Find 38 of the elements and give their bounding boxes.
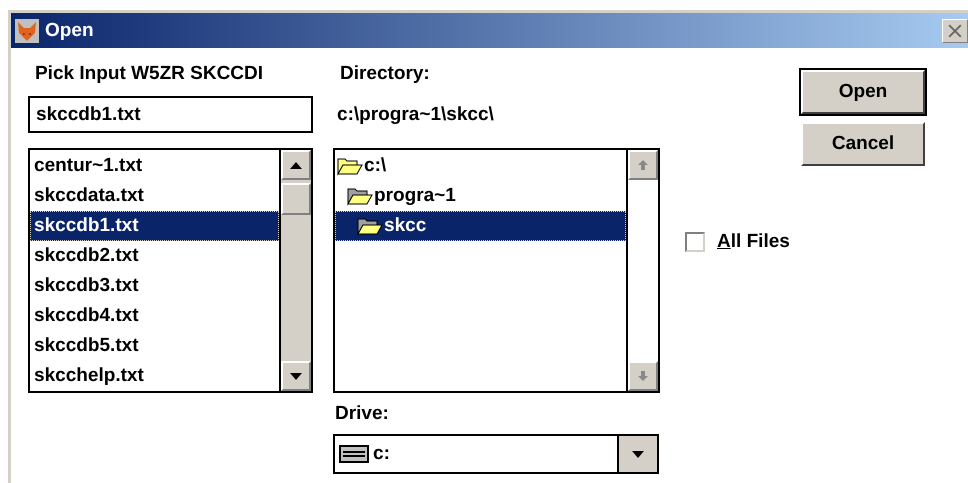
file-name-label: Pick Input W5ZR SKCCDI — [35, 63, 264, 85]
checkbox[interactable] — [685, 232, 705, 252]
fox-icon — [15, 18, 39, 42]
window-title: Open — [45, 20, 94, 42]
file-item[interactable]: skccdb3.txt — [30, 271, 279, 301]
dialog-button[interactable]: Cancel — [801, 122, 925, 166]
file-item[interactable]: centur~1.txt — [30, 151, 279, 181]
file-item[interactable]: skccdb1.txt — [30, 211, 279, 241]
directory-item[interactable]: c:\ — [335, 151, 626, 181]
folder-icon — [347, 186, 373, 206]
directory-item[interactable]: skcc — [335, 211, 626, 241]
drive-icon — [339, 444, 369, 464]
scroll-thumb[interactable] — [281, 183, 311, 215]
drive-label: Drive: — [334, 402, 390, 426]
scrollbar[interactable] — [279, 150, 311, 391]
up-arrow-icon — [290, 162, 302, 168]
scroll-down-button[interactable] — [281, 361, 311, 391]
down-arrow-icon — [290, 372, 302, 380]
folder-icon — [357, 216, 383, 236]
file-item[interactable]: skcchelp.txt — [30, 361, 279, 391]
file-item[interactable]: skccdb2.txt — [30, 241, 279, 271]
file-name-field[interactable]: skccdb1.txt — [28, 96, 313, 133]
scroll-up-button[interactable] — [281, 150, 311, 180]
directory-label: Directory: — [340, 63, 430, 85]
all-files-checkbox[interactable]: All Files — [685, 231, 790, 253]
up-arrow-icon — [637, 159, 649, 171]
close-button[interactable] — [942, 18, 968, 42]
down-arrow-icon — [637, 370, 649, 382]
dialog-button[interactable]: Open — [801, 70, 925, 114]
close-icon — [948, 24, 962, 38]
dropdown-arrow-icon — [632, 450, 644, 458]
folder-icon — [337, 156, 363, 176]
drive-dropdown[interactable]: c: — [333, 434, 659, 474]
directory-item[interactable]: progra~1 — [335, 181, 626, 211]
file-item[interactable]: skccdata.txt — [30, 181, 279, 211]
directory-path: c:\progra~1\skcc\ — [336, 102, 495, 126]
file-item[interactable]: skccdb5.txt — [30, 331, 279, 361]
file-item[interactable]: skccdb4.txt — [30, 301, 279, 331]
